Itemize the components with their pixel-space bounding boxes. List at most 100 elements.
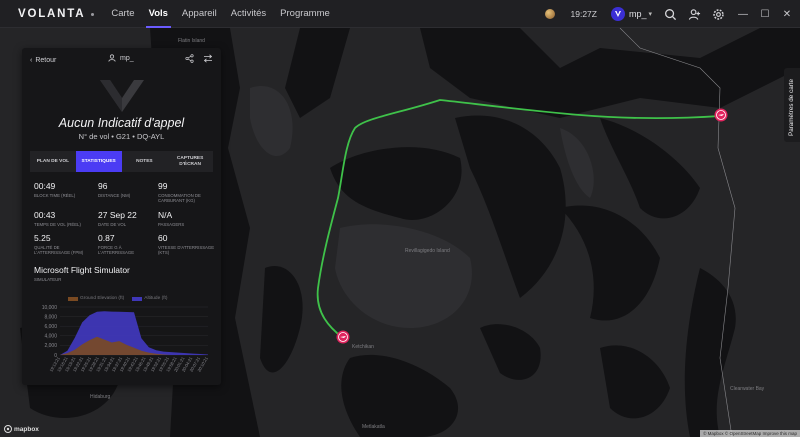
map-label: Hidaburg	[90, 394, 111, 400]
top-right-controls: 19:27Z mp_ ▾ — ☐ ✕	[544, 0, 800, 28]
map-label: Metlakatla	[362, 424, 385, 430]
map-settings-tab[interactable]: Paramètres de carte	[784, 68, 800, 142]
stat-block-time: 00:49 BLOCK TIME (RÉEL)	[34, 181, 96, 204]
aircraft-logo	[22, 78, 221, 114]
legend-swatch	[68, 296, 78, 301]
stat-flight-time: 00:43 TEMPS DE VOL (RÉEL)	[34, 210, 96, 227]
stat-value: 99	[158, 181, 168, 191]
nav-item-activites[interactable]: Activités	[224, 0, 273, 28]
panel-tabs: PLAN DE VOL STATISTIQUES NOTES CAPTURES …	[30, 151, 213, 172]
simulator-name: Microsoft Flight Simulator	[34, 264, 130, 275]
stat-value: 96	[98, 181, 108, 191]
top-bar: VOLANTA Carte Vols Appareil Activités Pr…	[0, 0, 800, 28]
close-button[interactable]: ✕	[778, 5, 796, 23]
stat-label: BLOCK TIME (RÉEL)	[34, 193, 76, 198]
utc-clock: 19:27Z	[570, 9, 597, 19]
altitude-chart[interactable]: Ground Elevation (ft) Altitude (ft) 10,0…	[30, 294, 216, 380]
nav-item-vols[interactable]: Vols	[142, 0, 175, 28]
user-name[interactable]: mp_	[629, 9, 647, 19]
legend-label: Altitude (ft)	[144, 296, 168, 301]
tab-captures[interactable]: CAPTURES D'ÉCRAN	[167, 151, 213, 172]
map-label: Clearwater Bay	[730, 386, 765, 392]
chevron-down-icon[interactable]: ▾	[648, 10, 652, 18]
legend-swatch	[132, 296, 143, 301]
stat-flight-date: 27 Sep 22 DATE DE VOL	[98, 210, 156, 227]
flight-details-panel: ‹ Retour mp_ Aucun Indicatif d'appel N° …	[22, 48, 221, 385]
volanta-v-icon	[614, 11, 621, 17]
stat-value: 00:43	[34, 209, 56, 220]
legend-ground-elevation[interactable]: Ground Elevation (ft)	[68, 296, 124, 301]
y-tick-label: 10,000	[42, 305, 58, 311]
stat-value: 00:49	[34, 181, 56, 191]
stat-value: 5.25	[34, 233, 51, 244]
simulator-status-icon[interactable]	[544, 9, 555, 19]
departure-airport-marker[interactable]	[336, 330, 350, 344]
stat-value: 27 Sep 22	[98, 209, 137, 220]
stat-fuel: 99 CONSOMMATION DE CARBURANT (KG)	[158, 181, 220, 204]
share-icon[interactable]	[185, 54, 194, 63]
stat-label: QUALITÉ DE L'ATTERRISSAGE (FPM)	[34, 245, 84, 256]
app-window: Flatin Island Revillagigedo Island Ketch…	[0, 0, 800, 437]
chart-svg: 10,0008,0006,0004,0002,000019:13:2119:16…	[42, 305, 209, 373]
stat-distance: 96 DISTANCE (NM)	[98, 181, 156, 204]
stat-label: DATE DE VOL	[98, 221, 127, 227]
swap-icon[interactable]	[203, 54, 213, 63]
avatar[interactable]	[610, 7, 625, 21]
minimize-button[interactable]: —	[734, 5, 752, 23]
stat-passengers: N/A PASSAGERS	[158, 210, 220, 227]
legend-altitude[interactable]: Altitude (ft)	[132, 296, 167, 301]
map-settings-label: Paramètres de carte	[788, 78, 795, 136]
maximize-button[interactable]: ☐	[756, 5, 774, 23]
pilot-name: mp_	[120, 54, 134, 62]
back-button[interactable]: ‹ Retour	[30, 57, 56, 64]
map-label: Ketchikan	[352, 344, 374, 350]
brand-logo[interactable]: VOLANTA	[18, 7, 95, 20]
stat-landing-rate: 5.25 QUALITÉ DE L'ATTERRISSAGE (FPM)	[34, 233, 96, 256]
gear-icon[interactable]	[710, 6, 726, 22]
map-label: Flatin Island	[178, 38, 205, 44]
nav-item-appareil[interactable]: Appareil	[175, 0, 224, 28]
simulator-info: Microsoft Flight Simulator SIMULATEUR	[34, 265, 221, 282]
stat-value: 60	[158, 233, 168, 244]
chart-legend: Ground Elevation (ft) Altitude (ft)	[68, 296, 167, 301]
y-tick-label: 2,000	[44, 343, 57, 349]
y-tick-label: 6,000	[44, 324, 57, 330]
arrival-airport-marker[interactable]	[714, 108, 728, 122]
stat-landing-speed: 60 VITESSE D'ATTERRISSAGE (KTS)	[158, 233, 220, 256]
mapbox-icon	[4, 425, 12, 433]
main-nav: Carte Vols Appareil Activités Programme	[104, 0, 336, 28]
mapbox-logo[interactable]: mapbox	[4, 425, 39, 433]
add-user-icon[interactable]	[686, 6, 702, 22]
volanta-logo-icon	[99, 80, 144, 112]
stat-value: N/A	[158, 209, 173, 220]
simulator-label: SIMULATEUR	[34, 276, 62, 282]
tab-notes[interactable]: NOTES	[122, 151, 168, 172]
stat-label: FORCE G À L'ATTERRISSAGE	[98, 245, 135, 256]
panel-header-actions	[185, 54, 213, 63]
stats-grid: 00:49 BLOCK TIME (RÉEL) 96 DISTANCE (NM) 9…	[34, 181, 221, 256]
pilot-info[interactable]: mp_	[108, 54, 134, 62]
nav-item-carte[interactable]: Carte	[104, 0, 141, 28]
stat-label: TEMPS DE VOL (RÉEL)	[34, 221, 81, 227]
nav-item-programme[interactable]: Programme	[273, 0, 337, 28]
search-icon[interactable]	[662, 6, 678, 22]
stat-label: DISTANCE (NM)	[98, 193, 131, 198]
mapbox-text: mapbox	[14, 425, 39, 433]
tab-statistiques[interactable]: STATISTIQUES	[75, 151, 122, 172]
chevron-left-icon: ‹	[30, 56, 33, 64]
map-label: Revillagigedo Island	[405, 248, 450, 254]
flight-number-line: N° de vol • G21 • DQ-AYL	[78, 132, 165, 141]
legend-label: Ground Elevation (ft)	[80, 296, 125, 301]
callsign: Aucun Indicatif d'appel	[58, 116, 185, 130]
brand-dot	[91, 12, 95, 16]
stat-label: VITESSE D'ATTERRISSAGE (KTS)	[158, 245, 215, 256]
y-tick-label: 8,000	[44, 314, 57, 320]
stat-g-force: 0.87 FORCE G À L'ATTERRISSAGE	[98, 233, 156, 256]
brand-name: VOLANTA	[18, 7, 86, 20]
y-tick-label: 4,000	[44, 334, 57, 340]
tab-plan-de-vol[interactable]: PLAN DE VOL	[30, 151, 76, 172]
user-icon	[108, 54, 116, 62]
map-attribution[interactable]: © Mapbox © OpenStreetMap Improve this ma…	[700, 430, 800, 437]
stat-label: PASSAGERS	[158, 221, 185, 227]
panel-header: ‹ Retour mp_	[22, 48, 221, 72]
